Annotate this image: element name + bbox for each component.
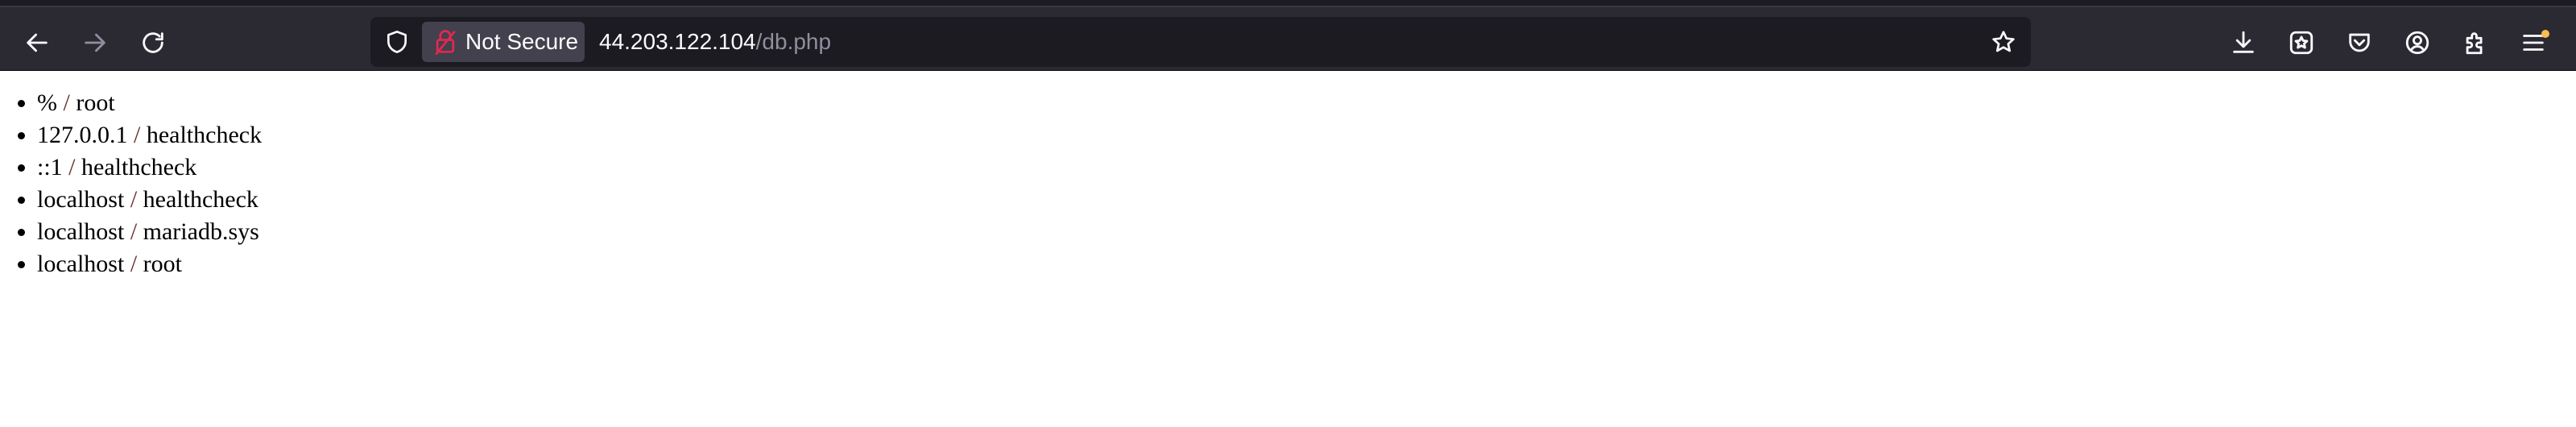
bookmarks-button[interactable] [2277,19,2326,67]
navigation-toolbar: Not Secure 44.203.122.104/db.php [0,7,2576,71]
security-label: Not Secure [465,29,579,54]
separator: / [62,154,82,180]
user: healthcheck [146,122,263,148]
user: healthcheck [143,186,258,213]
list-item: ::1 / healthcheck [37,151,2576,184]
shield-icon [387,31,407,53]
user-list: % / root 127.0.0.1 / healthcheck ::1 / h… [0,87,2576,280]
page-content: % / root 127.0.0.1 / healthcheck ::1 / h… [0,71,2576,280]
url-host: 44.203.122.104 [599,29,756,54]
forward-button[interactable] [71,19,119,67]
bookmark-page-button[interactable] [1987,26,2020,58]
separator: / [57,89,76,116]
insecure-lock-icon [430,27,461,57]
host: localhost [37,218,125,245]
list-item: % / root [37,87,2576,119]
downloads-button[interactable] [2219,19,2268,67]
forward-arrow-icon [85,33,105,52]
list-item: 127.0.0.1 / healthcheck [37,119,2576,151]
user: root [143,251,182,277]
bookmarks-star-icon [2289,31,2313,55]
tracking-protection-button[interactable] [382,27,412,57]
host: localhost [37,186,125,213]
pocket-icon [2349,33,2370,52]
back-button[interactable] [13,19,61,67]
extensions-button[interactable] [2451,19,2500,67]
host: 127.0.0.1 [37,122,128,148]
separator: / [127,122,147,148]
host: % [37,89,57,116]
back-arrow-icon [27,33,48,52]
account-icon [2405,31,2429,55]
update-badge [2541,30,2549,38]
extensions-icon [2466,32,2483,55]
account-button[interactable] [2393,19,2442,67]
user: root [76,89,115,116]
user: healthcheck [81,154,197,180]
separator: / [124,251,143,277]
pocket-button[interactable] [2335,19,2384,67]
list-item: localhost / mariadb.sys [37,216,2576,248]
reload-icon [143,32,163,53]
host: localhost [37,251,125,277]
site-security-button[interactable]: Not Secure [422,22,585,62]
url-path: /db.php [755,29,832,54]
separator: / [124,186,143,213]
url-text[interactable]: 44.203.122.104/db.php [599,27,831,56]
host: ::1 [37,154,63,180]
reload-button[interactable] [129,19,177,67]
tab-strip [0,0,2576,7]
list-item: localhost / healthcheck [37,184,2576,216]
separator: / [124,218,143,245]
list-item: localhost / root [37,248,2576,280]
app-menu-button[interactable] [2509,19,2557,67]
star-icon [1992,31,2015,52]
download-icon [2233,31,2254,53]
address-bar[interactable]: Not Secure 44.203.122.104/db.php [370,17,2031,67]
user: mariadb.sys [143,218,259,245]
